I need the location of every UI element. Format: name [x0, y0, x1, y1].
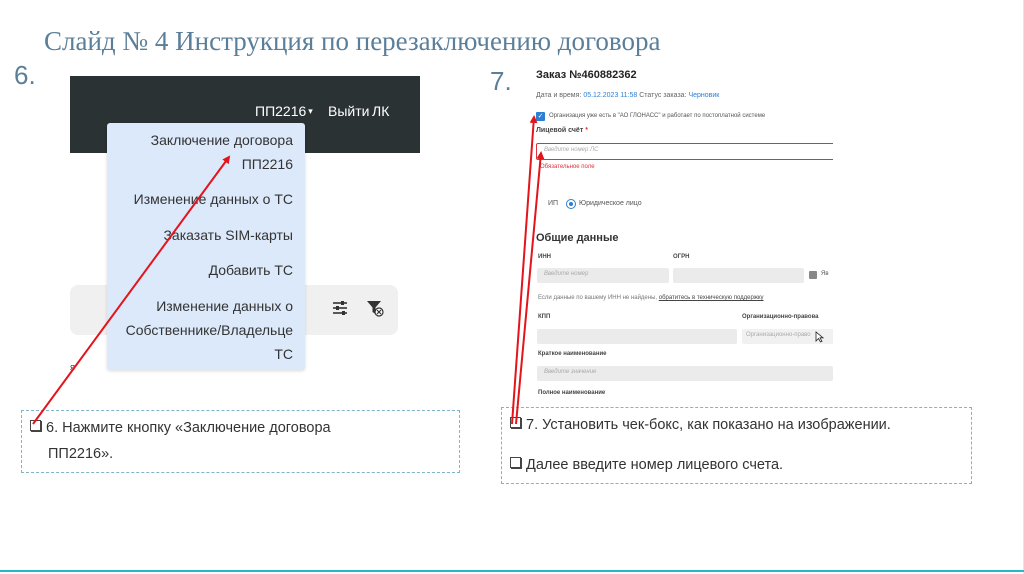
callout-step-7-text: 7. Установить чек-бокс, как показано на …	[510, 412, 891, 478]
short-name-label: Краткое наименование	[538, 351, 607, 357]
logout-link[interactable]: Выйти	[328, 103, 369, 119]
order-title: Заказ №460882362	[536, 69, 637, 81]
ogrn-label: ОГРН	[673, 254, 690, 260]
step-7-number: 7.	[490, 66, 512, 96]
account-error: Обязательное поле	[540, 164, 595, 170]
checkbox-bullet-icon	[30, 420, 41, 431]
checkbox-bullet-icon	[510, 457, 521, 468]
order-form: Заказ №460882362 Дата и время: 05.12.202…	[531, 63, 833, 406]
slide-bottom-accent-line	[0, 570, 1024, 572]
account-menu-button[interactable]: ПП2216 ▾	[255, 103, 313, 119]
inn-input[interactable]: Введите номер	[537, 268, 669, 283]
section-general-title: Общие данные	[536, 232, 619, 244]
ip-checkbox-label: Яв	[821, 271, 829, 277]
menu-item-change-vehicle[interactable]: Изменение данных о ТС	[134, 187, 293, 211]
menu-item-order-sim[interactable]: Заказать SIM-карты	[163, 223, 293, 247]
account-input[interactable]: Введите номер ЛС	[536, 143, 833, 160]
short-name-input[interactable]: Введите значение	[537, 366, 833, 381]
org-form-label: Организационно-правова	[742, 314, 819, 320]
inn-label: ИНН	[538, 254, 551, 260]
support-link[interactable]: обратитесь в техническую поддержку	[659, 295, 764, 301]
slide-title: Слайд № 4 Инструкция по перезаключению д…	[44, 26, 661, 56]
postpaid-checkbox[interactable]: ✓	[536, 112, 545, 121]
order-meta: Дата и время: 05.12.2023 11:58 Статус за…	[536, 92, 720, 99]
mouse-cursor-icon	[815, 331, 824, 343]
ogrn-input[interactable]	[673, 268, 804, 283]
inn-hint: Если данные по вашему ИНН не найдены, об…	[538, 295, 764, 301]
kpp-input[interactable]	[537, 329, 737, 344]
sliders-icon[interactable]	[329, 297, 351, 319]
account-dropdown-menu: Заключение договора ПП2216 Изменение дан…	[107, 123, 305, 370]
callout-step-6-text: 6. Нажмите кнопку «Заключение договора П…	[30, 415, 331, 467]
cabinet-link[interactable]: ЛК	[372, 103, 389, 119]
kpp-label: КПП	[538, 314, 551, 320]
menu-item-contract[interactable]: Заключение договора ПП2216	[151, 128, 293, 176]
radio-legal-label[interactable]: Юридическое лицо	[579, 200, 642, 207]
caret-down-icon: ▾	[308, 106, 313, 116]
account-label: Лицевой счёт *	[536, 127, 588, 134]
filter-clear-icon[interactable]	[364, 297, 386, 319]
checkbox-bullet-icon	[510, 417, 521, 428]
radio-ip-label[interactable]: ИП	[548, 200, 558, 207]
ip-checkbox[interactable]	[809, 271, 817, 279]
menu-item-change-owner[interactable]: Изменение данных о Собственнике/Владельц…	[126, 294, 293, 366]
radio-legal-entity[interactable]	[566, 199, 576, 209]
postpaid-checkbox-label: Организация уже есть в "АО ГЛОНАСС" и ра…	[549, 113, 766, 119]
step-6-number: 6.	[14, 60, 36, 90]
partial-text: я	[70, 362, 75, 372]
full-name-label: Полное наименование	[538, 390, 606, 396]
menu-item-add-vehicle[interactable]: Добавить ТС	[209, 258, 293, 282]
